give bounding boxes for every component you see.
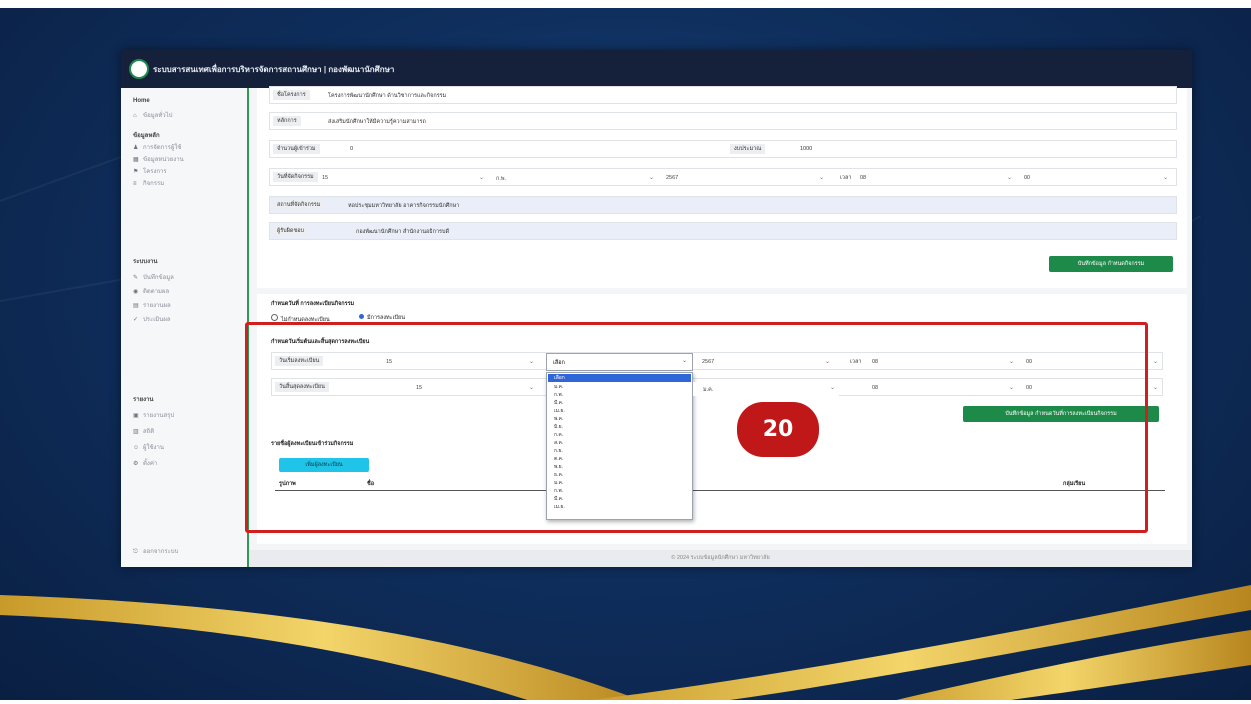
sidebar-item[interactable]: ▥ สถิติ <box>133 426 154 436</box>
sidebar-item[interactable]: ⌂ ข้อมูลทั่วไป <box>133 110 173 120</box>
hour-select[interactable]: 08 ⌄ <box>856 171 1017 185</box>
month-select[interactable]: ก.พ. ⌄ <box>492 171 659 185</box>
minute-select[interactable]: 00 ⌄ <box>1020 171 1173 185</box>
field-label: หลักการ <box>273 116 301 126</box>
sidebar-item[interactable]: ▣ รายงานสรุป <box>133 410 174 420</box>
sidebar-section-header: ระบบงาน <box>133 259 158 265</box>
location-value[interactable]: หอประชุมมหาวิทยาลัย อาคารกิจกรรมนักศึกษา <box>348 202 459 210</box>
top-navbar: ระบบสารสนเทศเพื่อการบริหารจัดการสถานศึกษ… <box>121 50 1192 88</box>
sidebar-item[interactable]: ▤ รายงานผล <box>133 300 171 310</box>
logout-icon: ⎋ <box>133 549 138 555</box>
participants-input[interactable]: 0 <box>350 146 353 152</box>
gold-swoosh-decoration <box>0 585 1251 704</box>
project-name-value[interactable]: โครงการพัฒนานักศึกษา ด้านวิชาการและกิจกร… <box>328 92 446 100</box>
radio-has-registration[interactable]: มีการลงทะเบียน <box>359 314 405 322</box>
chevron-down-icon: ⌄ <box>1152 385 1158 391</box>
field-label: ผู้รับผิดชอบ <box>273 226 308 236</box>
year-select[interactable]: 2567 ⌄ <box>662 171 829 185</box>
home-icon: ⌂ <box>133 113 137 119</box>
sidebar-item[interactable]: ☺ ผู้ใช้งาน <box>133 442 164 452</box>
eye-icon: ◉ <box>133 289 139 295</box>
field-label: งบประมาณ <box>730 144 766 154</box>
day-select[interactable]: 15 ⌄ <box>318 171 489 185</box>
sidebar-item[interactable]: ✓ ประเมินผล <box>133 314 171 324</box>
chevron-down-icon: ⌄ <box>648 175 654 181</box>
sidebar: Home ⌂ ข้อมูลทั่วไป ข้อมูลหลัก ♟ การจัดการ… <box>121 88 249 567</box>
step-number-badge: 20 <box>737 402 819 457</box>
sidebar-item[interactable]: ⚑ โครงการ <box>133 166 167 176</box>
gear-icon: ⚙ <box>133 461 139 467</box>
field-label: ชื่อโครงการ <box>273 90 310 100</box>
bottom-border <box>0 700 1251 704</box>
save-activity-button[interactable]: บันทึกข้อมูล กำหนดกิจกรรม <box>1049 256 1173 272</box>
form-row-principle: หลักการ ส่งเสริมนักศึกษาให้มีความรู้ความ… <box>269 112 1177 130</box>
top-border <box>0 0 1251 8</box>
sidebar-section-header: Home <box>133 98 150 104</box>
footer-copyright: © 2024 ระบบข้อมูลนักศึกษา มหาวิทยาลัย <box>249 550 1192 567</box>
sidebar-section-header: ข้อมูลหลัก <box>133 133 160 139</box>
check-icon: ✓ <box>133 317 139 323</box>
users-icon: ☺ <box>133 445 140 451</box>
sidebar-item[interactable]: ✎ บันทึกข้อมูล <box>133 272 174 282</box>
app-title: ระบบสารสนเทศเพื่อการบริหารจัดการสถานศึกษ… <box>153 65 395 74</box>
chevron-down-icon: ⌄ <box>818 175 824 181</box>
chevron-down-icon: ⌄ <box>1152 359 1158 365</box>
principle-value[interactable]: ส่งเสริมนักศึกษาให้มีความรู้ความสามารถ <box>328 118 426 126</box>
chevron-down-icon: ⌄ <box>1162 175 1168 181</box>
field-label: จำนวนผู้เข้าร่วม <box>273 144 320 154</box>
chevron-down-icon: ⌄ <box>478 175 484 181</box>
form-row-responsible: ผู้รับผิดชอบ กองพัฒนานักศึกษา สำนักงานอธ… <box>269 222 1177 240</box>
sidebar-logout[interactable]: ⎋ ออกจากระบบ <box>133 546 178 556</box>
sidebar-section-header: รายงาน <box>133 397 154 403</box>
field-label: วันที่จัดกิจกรรม <box>273 172 318 182</box>
user-icon: ♟ <box>133 145 139 151</box>
sidebar-item[interactable]: ≡ กิจกรรม <box>133 178 164 188</box>
chevron-down-icon: ⌄ <box>1006 175 1012 181</box>
building-icon: ▦ <box>133 157 139 163</box>
sidebar-item[interactable]: ◉ ติดตามผล <box>133 286 169 296</box>
form-row-name: ชื่อโครงการ โครงการพัฒนานักศึกษา ด้านวิช… <box>269 86 1177 104</box>
flag-icon: ⚑ <box>133 169 139 175</box>
file-icon: ▤ <box>133 303 139 309</box>
report-icon: ▣ <box>133 413 139 419</box>
activity-form-card: ชื่อโครงการ โครงการพัฒนานักศึกษา ด้านวิช… <box>257 86 1187 288</box>
edit-icon: ✎ <box>133 275 139 281</box>
highlight-box <box>245 322 1148 533</box>
responsible-value[interactable]: กองพัฒนานักศึกษา สำนักงานอธิการบดี <box>356 228 449 236</box>
time-label: เวลา <box>840 175 852 181</box>
form-row-location: สถานที่จัดกิจกรรม หอประชุมมหาวิทยาลัย อา… <box>269 196 1177 214</box>
chart-icon: ▥ <box>133 429 139 435</box>
university-logo-icon <box>129 59 149 79</box>
sidebar-item[interactable]: ▦ ข้อมูลหน่วยงาน <box>133 154 184 164</box>
field-label: สถานที่จัดกิจกรรม <box>273 200 325 210</box>
sidebar-item[interactable]: ⚙ ตั้งค่า <box>133 458 157 468</box>
form-row-participants: จำนวนผู้เข้าร่วม 0 งบประมาณ 1000 <box>269 140 1177 158</box>
section-title: กำหนดวันที่ การลงทะเบียนกิจกรรม <box>271 301 355 307</box>
sidebar-item[interactable]: ♟ การจัดการผู้ใช้ <box>133 142 181 152</box>
list-icon: ≡ <box>133 181 137 187</box>
form-row-date: วันที่จัดกิจกรรม 15 ⌄ ก.พ. ⌄ 2567 ⌄ เวลา 08… <box>269 168 1177 186</box>
budget-input[interactable]: 1000 <box>800 146 812 152</box>
